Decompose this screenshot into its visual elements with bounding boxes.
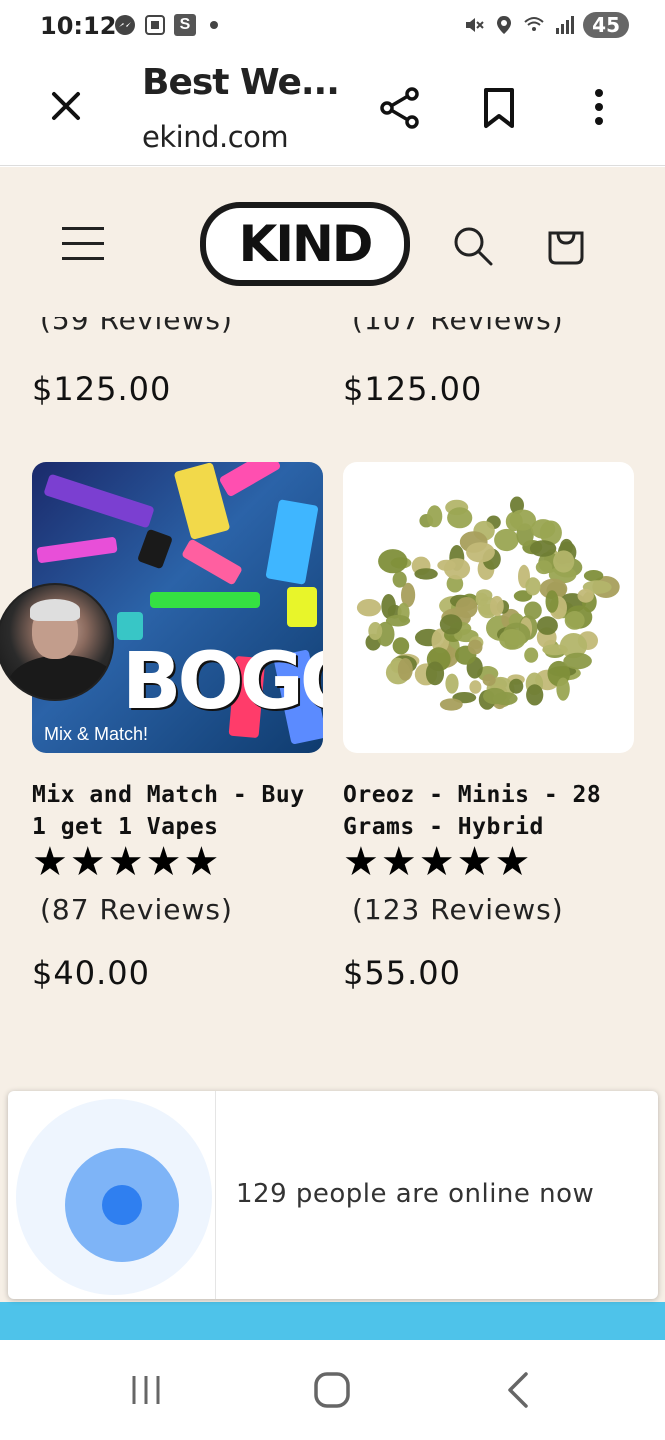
product-name[interactable]: Mix and Match - Buy 1 get 1 Vapes [32,779,332,843]
status-left-icons: S [114,14,218,36]
status-bar: 10:12 S 45 [0,0,665,56]
product-image-oreoz[interactable] [343,462,634,753]
mix-match-label: Mix & Match! [44,724,149,744]
browser-toolbar: Best We... ekind.com [0,56,665,166]
wifi-icon [524,17,544,31]
mute-icon [466,18,484,32]
product-name[interactable]: Oreoz - Minis - 28 Grams - Hybrid [343,779,643,843]
live-dot-icon [102,1185,142,1225]
cart-icon[interactable] [544,223,588,267]
site-header: KIND [0,167,665,317]
product-price: $40.00 [32,954,150,992]
product-price: $55.00 [343,954,461,992]
home-icon[interactable] [312,1370,352,1410]
product-price: $125.00 [343,370,483,408]
kind-logo[interactable]: KIND [200,202,410,286]
system-nav-bar [0,1340,665,1440]
more-icon[interactable] [582,86,616,130]
s-app-icon: S [174,14,196,36]
screenshot-icon [145,15,165,35]
pulse-outer-ring [16,1099,212,1295]
recents-icon[interactable] [128,1372,164,1408]
footer-band [0,1302,665,1340]
back-icon[interactable] [500,1370,536,1410]
page-url[interactable]: ekind.com [142,120,289,154]
online-now-popup[interactable]: 129 people are online now [8,1091,658,1299]
video-avatar-bubble[interactable] [0,583,114,701]
product-reviews: (123 Reviews) [352,893,564,926]
share-icon[interactable] [378,86,422,130]
bogo-banner: BOGO [122,637,323,727]
bookmark-icon[interactable] [480,86,518,130]
rating-stars: ★★★★★ [32,840,222,884]
page-title: Best We... [142,62,340,103]
online-now-text: 129 people are online now [236,1179,595,1209]
messenger-icon [115,15,135,35]
status-right-icons: 45 [463,12,629,38]
rating-stars: ★★★★★ [343,840,533,884]
battery-indicator: 45 [583,12,629,38]
status-time: 10:12 [40,12,117,40]
dot-icon [210,21,218,29]
product-price: $125.00 [32,370,172,408]
logo-text: KIND [238,215,374,273]
search-icon[interactable] [452,225,494,267]
hamburger-menu-icon[interactable] [62,227,104,261]
popup-divider [215,1091,216,1299]
close-icon[interactable] [46,86,86,126]
signal-icon [556,16,575,34]
location-icon [497,16,512,34]
product-reviews: (87 Reviews) [40,893,233,926]
cannabis-flower-image [356,496,620,711]
